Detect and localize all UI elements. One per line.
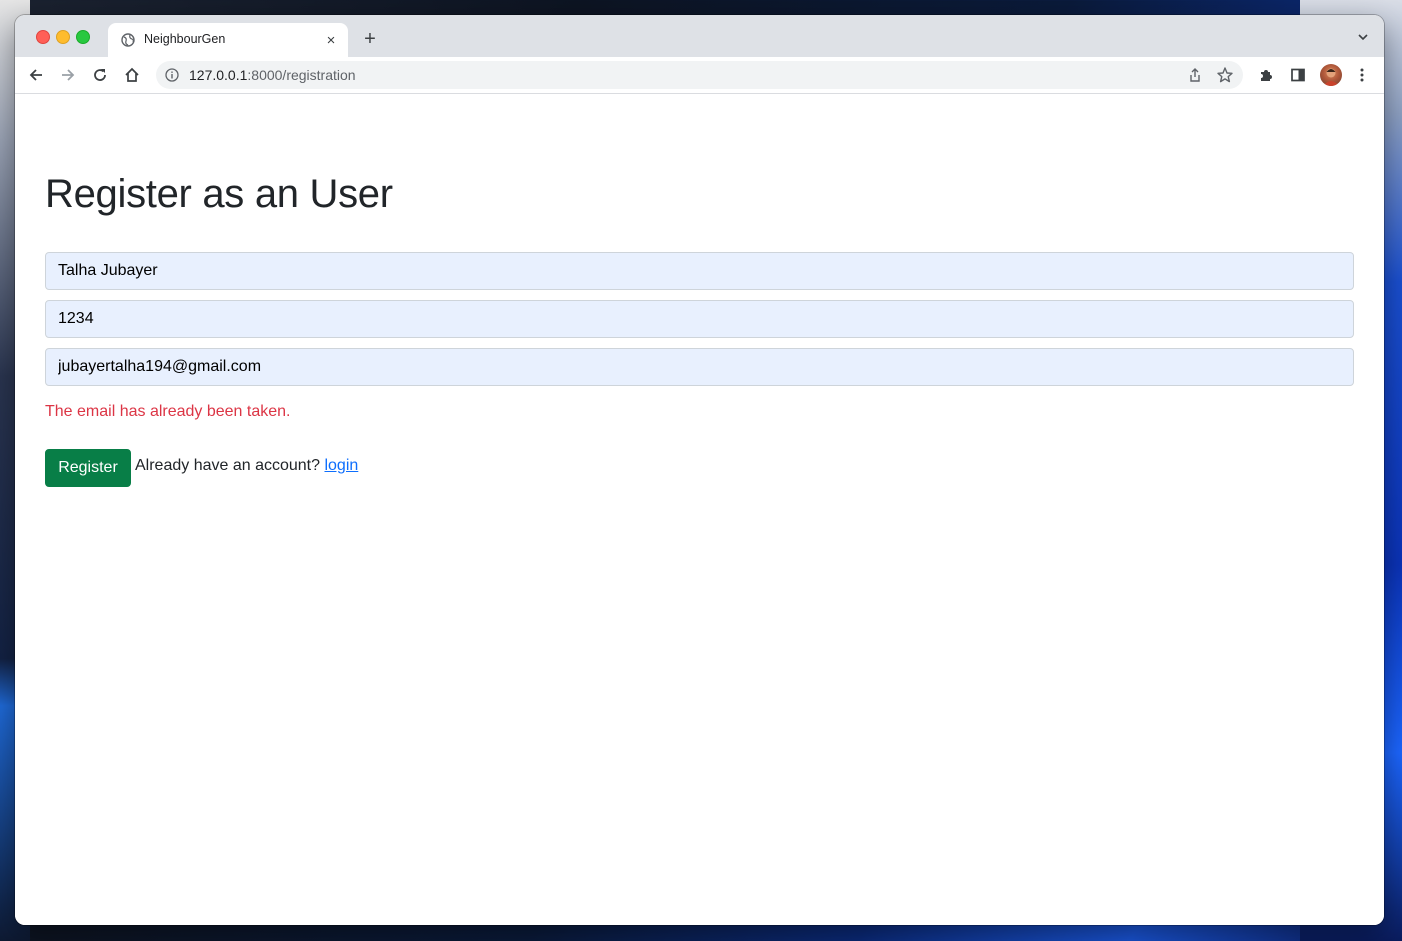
url-host: 127.0.0.1: [189, 67, 248, 83]
browser-toolbar: 127.0.0.1:8000/registration: [15, 57, 1384, 94]
url-text[interactable]: 127.0.0.1:8000/registration: [189, 67, 356, 83]
browser-window: NeighbourGen × + 127.0.0.1:8000/registra…: [15, 15, 1384, 925]
new-tab-button[interactable]: +: [360, 29, 380, 49]
side-panel-icon[interactable]: [1286, 63, 1310, 87]
page-content: Register as an User The email has alread…: [15, 94, 1384, 925]
password-input[interactable]: [45, 300, 1354, 338]
maximize-window-button[interactable]: [76, 30, 90, 44]
page-title: Register as an User: [45, 172, 393, 216]
address-bar[interactable]: 127.0.0.1:8000/registration: [156, 61, 1243, 89]
reload-icon[interactable]: [88, 63, 112, 87]
url-path: :8000/registration: [247, 67, 356, 83]
register-button[interactable]: Register: [45, 449, 131, 487]
kebab-menu-icon[interactable]: [1350, 63, 1374, 87]
tab-strip: NeighbourGen × +: [15, 15, 1384, 57]
share-icon[interactable]: [1187, 67, 1203, 83]
globe-icon: [121, 33, 135, 47]
close-window-button[interactable]: [36, 30, 50, 44]
profile-avatar[interactable]: [1320, 64, 1342, 86]
star-icon[interactable]: [1216, 66, 1234, 84]
login-link[interactable]: login: [324, 457, 358, 474]
info-icon[interactable]: [165, 68, 179, 82]
email-input[interactable]: [45, 348, 1354, 386]
close-icon[interactable]: ×: [322, 31, 340, 49]
puzzle-icon[interactable]: [1254, 63, 1278, 87]
email-error-message: The email has already been taken.: [45, 403, 291, 420]
tab-neighbourgen[interactable]: NeighbourGen ×: [108, 23, 348, 57]
tab-title: NeighbourGen: [144, 32, 226, 46]
home-icon[interactable]: [120, 63, 144, 87]
chevron-down-icon[interactable]: [1356, 30, 1370, 44]
minimize-window-button[interactable]: [56, 30, 70, 44]
forward-arrow-icon[interactable]: [56, 63, 80, 87]
login-prompt: Already have an account? login: [135, 457, 358, 475]
name-input[interactable]: [45, 252, 1354, 290]
back-arrow-icon[interactable]: [24, 63, 48, 87]
login-prompt-text: Already have an account?: [135, 457, 321, 474]
